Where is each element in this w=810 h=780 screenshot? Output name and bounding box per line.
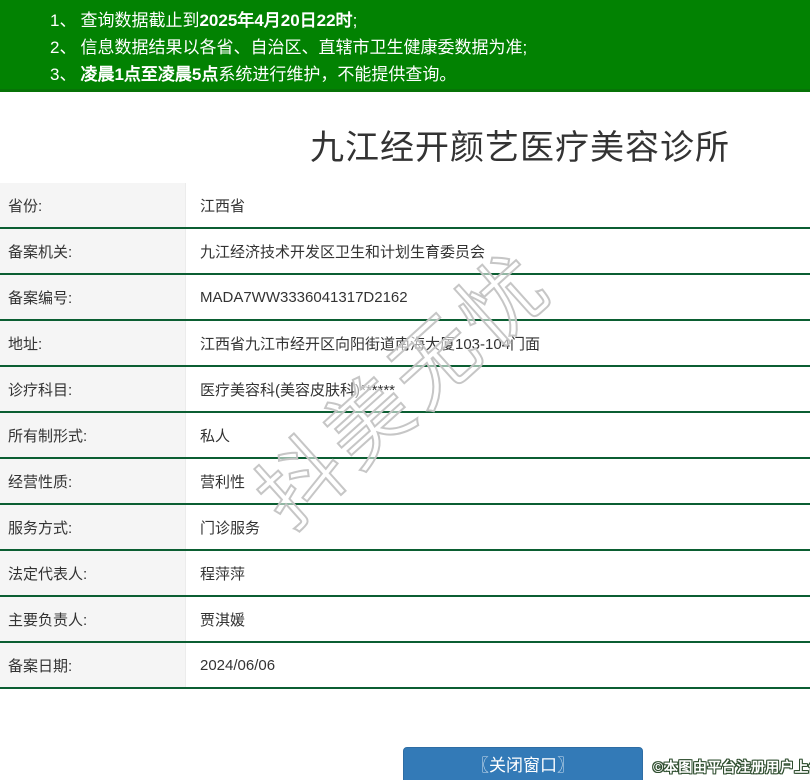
filing-details-table: 省份: 江西省 备案机关: 九江经济技术开发区卫生和计划生育委员会 备案编号: … xyxy=(0,183,810,689)
notice-number: 2、 xyxy=(50,38,77,57)
table-row-province: 省份: 江西省 xyxy=(0,183,810,229)
row-value: 江西省 xyxy=(200,197,246,215)
notice-line-2: 2、 信息数据结果以各省、自治区、直辖市卫生健康委数据为准; xyxy=(50,34,810,61)
table-row-filing-authority: 备案机关: 九江经济技术开发区卫生和计划生育委员会 xyxy=(0,229,810,275)
row-label: 备案编号: xyxy=(0,275,186,319)
notice-text-bold: 凌晨1点至凌晨5点 xyxy=(80,65,219,84)
copyright-stamp: ©本图由平台注册用户上传 xyxy=(653,759,810,775)
row-value: 营利性 xyxy=(200,473,246,491)
notice-number: 3、 xyxy=(50,65,77,84)
row-label: 备案机关: xyxy=(0,229,186,273)
row-label: 主要负责人: xyxy=(0,597,186,641)
table-row-filing-date: 备案日期: 2024/06/06 xyxy=(0,643,810,689)
notice-number: 1、 xyxy=(50,11,77,30)
row-label: 经营性质: xyxy=(0,459,186,503)
row-value: 2024/06/06 xyxy=(200,656,276,674)
row-label: 所有制形式: xyxy=(0,413,186,457)
notice-line-3: 3、 凌晨1点至凌晨5点系统进行维护，不能提供查询。 xyxy=(50,61,810,88)
row-value: 程萍萍 xyxy=(200,565,246,583)
row-label: 诊疗科目: xyxy=(0,367,186,411)
table-row-medical-subjects: 诊疗科目: 医疗美容科(美容皮肤科)****** xyxy=(0,367,810,413)
row-value: 九江经济技术开发区卫生和计划生育委员会 xyxy=(200,243,486,261)
page-title: 九江经开颜艺医疗美容诊所 xyxy=(310,129,730,167)
table-row-filing-number: 备案编号: MADA7WW3336041317D2162 xyxy=(0,275,810,321)
table-row-service-mode: 服务方式: 门诊服务 xyxy=(0,505,810,551)
row-value: 贾淇媛 xyxy=(200,611,246,629)
row-label: 省份: xyxy=(0,183,186,227)
row-label: 备案日期: xyxy=(0,643,186,687)
notice-text-bold: 2025年4月20日22时 xyxy=(199,11,353,30)
table-row-address: 地址: 江西省九江市经开区向阳街道南海大厦103-104门面 xyxy=(0,321,810,367)
row-value: 江西省九江市经开区向阳街道南海大厦103-104门面 xyxy=(200,335,541,353)
table-row-business-nature: 经营性质: 营利性 xyxy=(0,459,810,505)
row-label: 服务方式: xyxy=(0,505,186,549)
notice-text: ; xyxy=(352,11,358,30)
notice-banner: 1、 查询数据截止到2025年4月20日22时; 2、 信息数据结果以各省、自治区、… xyxy=(0,0,810,92)
notice-text: 信息数据结果以各省、自治区、直辖市卫生健康委数据为准; xyxy=(80,38,528,57)
table-row-legal-representative: 法定代表人: 程萍萍 xyxy=(0,551,810,597)
notice-text: 查询数据截止到 xyxy=(80,11,200,30)
row-label: 地址: xyxy=(0,321,186,365)
row-value: 私人 xyxy=(200,427,231,445)
notice-line-1: 1、 查询数据截止到2025年4月20日22时; xyxy=(50,7,810,34)
query-result-page: 1、 查询数据截止到2025年4月20日22时; 2、 信息数据结果以各省、自治区、… xyxy=(0,0,810,780)
row-label: 法定代表人: xyxy=(0,551,186,595)
row-value: 门诊服务 xyxy=(200,519,261,537)
row-value: 医疗美容科(美容皮肤科)****** xyxy=(200,381,396,399)
title-container: 九江经开颜艺医疗美容诊所 xyxy=(0,120,810,169)
table-row-ownership-form: 所有制形式: 私人 xyxy=(0,413,810,459)
row-value: MADA7WW3336041317D2162 xyxy=(200,288,408,306)
close-window-button[interactable]: 〖关闭窗口〗 xyxy=(403,747,643,780)
table-row-main-person-in-charge: 主要负责人: 贾淇媛 xyxy=(0,597,810,643)
notice-text: 系统进行维护，不能提供查询。 xyxy=(218,65,457,84)
